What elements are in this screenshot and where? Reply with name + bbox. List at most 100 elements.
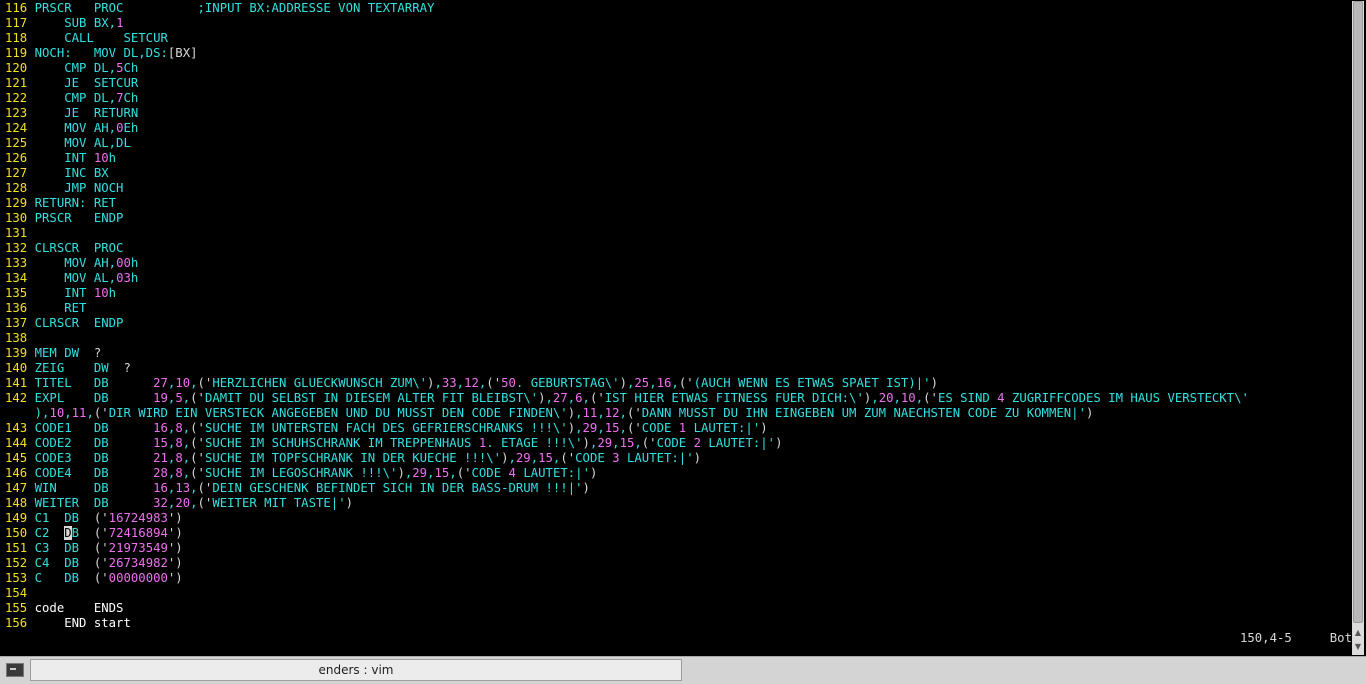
code-line[interactable]: 147 WIN DB 16,13,('DEIN GESCHENK BEFINDE… <box>5 481 590 496</box>
code-line[interactable]: 121 JE SETCUR <box>5 76 138 91</box>
line-number: 122 <box>5 91 35 105</box>
scrollbar-thumb[interactable] <box>1353 1 1363 623</box>
code-line[interactable]: 134 MOV AL,03h <box>5 271 138 286</box>
code-token: (AUCH WENN ES ETWAS SPAET IST)|' <box>693 376 931 390</box>
code-token: CODE2 DB <box>34 436 154 450</box>
code-token: RETURN: RET <box>34 196 117 210</box>
code-line[interactable]: 146 CODE4 DB 28,8,('SUCHE IM LEGOSCHRANK… <box>5 466 597 481</box>
code-line[interactable]: 144 CODE2 DB 15,8,('SUCHE IM SCHUHSCHRAN… <box>5 436 782 451</box>
code-token: 6 <box>575 391 583 405</box>
line-number: 119 <box>5 46 35 60</box>
code-line[interactable]: 122 CMP DL,7Ch <box>5 91 138 106</box>
code-line[interactable]: 140 ZEIG DW ? <box>5 361 131 376</box>
line-number: 140 <box>5 361 35 375</box>
code-line[interactable]: 117 SUB BX,1 <box>5 16 123 31</box>
code-line[interactable]: 137 CLRSCR ENDP <box>5 316 123 331</box>
code-line[interactable]: 143 CODE1 DB 16,8,('SUCHE IM UNTERSTEN F… <box>5 421 768 436</box>
code-token: C1 DB <box>34 511 94 525</box>
code-line[interactable]: 142 EXPL DB 19,5,('DAMIT DU SELBST IN DI… <box>5 391 1249 406</box>
code-token: 16 <box>656 376 672 390</box>
code-token: 20 <box>175 496 191 510</box>
code-line[interactable]: 124 MOV AH,0Eh <box>5 121 138 136</box>
code-token: 5 <box>175 391 183 405</box>
code-token: ) <box>345 496 354 510</box>
code-line[interactable]: 156 END start <box>5 616 131 631</box>
code-token: MOV AL,DL <box>34 136 131 150</box>
line-number: 132 <box>5 241 35 255</box>
code-token: C DB <box>34 571 94 585</box>
code-line[interactable]: 116 PRSCR PROC ;INPUT BX:ADDRESSE VON TE… <box>5 1 434 16</box>
line-number: 126 <box>5 151 35 165</box>
vim-editor-area[interactable]: 116 PRSCR PROC ;INPUT BX:ADDRESSE VON TE… <box>2 1 1352 655</box>
code-token: (' <box>486 376 502 390</box>
code-token: 15 <box>153 436 168 450</box>
code-line[interactable]: 118 CALL SETCUR <box>5 31 168 46</box>
code-line[interactable]: 135 INT 10h <box>5 286 116 301</box>
code-token: 21973549 <box>108 541 168 555</box>
code-line[interactable]: 119 NOCH: MOV DL,DS:[BX] <box>5 46 198 61</box>
code-token: 20 <box>878 391 894 405</box>
code-token: 8 <box>175 466 183 480</box>
code-line[interactable]: 127 INC BX <box>5 166 109 181</box>
code-line[interactable]: 129 RETURN: RET <box>5 196 116 211</box>
code-token: CODE <box>641 421 679 435</box>
code-token: SUCHE IM TOPFSCHRANK IN DER KUECHE !!!\' <box>204 451 502 465</box>
code-line[interactable]: 145 CODE3 DB 21,8,('SUCHE IM TOPFSCHRANK… <box>5 451 701 466</box>
code-line[interactable]: 131 <box>5 226 35 241</box>
code-token: CMP DL, <box>34 91 117 105</box>
code-line[interactable]: 130 PRSCR ENDP <box>5 211 123 226</box>
code-line[interactable]: ),10,11,('DIR WIRD EIN VERSTECK ANGEGEBE… <box>5 406 1094 421</box>
code-line[interactable]: 136 RET <box>5 301 86 316</box>
code-token: 3 <box>612 451 620 465</box>
code-token: 29 <box>412 466 428 480</box>
code-line[interactable]: 155 code ENDS <box>5 601 123 616</box>
terminal-icon[interactable] <box>6 663 24 677</box>
code-token: 4 <box>997 391 1005 405</box>
code-token: (' <box>190 421 205 435</box>
code-token: ) <box>5 406 43 420</box>
code-line[interactable]: 126 INT 10h <box>5 151 116 166</box>
code-token: 72416894 <box>108 526 168 540</box>
code-line[interactable]: 139 MEM DW ? <box>5 346 101 361</box>
line-number: 150 <box>5 526 35 540</box>
code-token: , <box>456 376 465 390</box>
code-token: h <box>108 286 117 300</box>
code-line[interactable]: 128 JMP NOCH <box>5 181 123 196</box>
code-token: . GEBURTSTAG\' <box>515 376 620 390</box>
code-token: [BX] <box>167 46 198 60</box>
code-token: , <box>915 391 924 405</box>
code-token: CODE1 DB <box>34 421 154 435</box>
line-number: 116 <box>5 1 35 15</box>
code-line[interactable]: 151 C3 DB ('21973549') <box>5 541 183 556</box>
code-token: (' <box>190 391 205 405</box>
line-number: 152 <box>5 556 35 570</box>
line-number: 121 <box>5 76 35 90</box>
code-token: 11 <box>582 406 598 420</box>
code-token: 50 <box>501 376 516 390</box>
code-line[interactable]: 141 TITEL DB 27,10,('HERZLICHEN GLUECKWU… <box>5 376 938 391</box>
code-line[interactable]: 148 WEITER DB 32,20,('WEITER MIT TASTE|'… <box>5 496 353 511</box>
code-line[interactable]: 138 <box>5 331 35 346</box>
vertical-scrollbar[interactable]: ▲ ▼ <box>1352 1 1364 655</box>
code-line[interactable]: 132 CLRSCR PROC <box>5 241 123 256</box>
code-line[interactable]: 152 C4 DB ('26734982') <box>5 556 183 571</box>
code-token: 32 <box>153 496 168 510</box>
code-line[interactable]: 133 MOV AH,00h <box>5 256 138 271</box>
code-token: ) <box>582 481 590 495</box>
code-token: , <box>567 391 576 405</box>
code-line[interactable]: 154 <box>5 586 35 601</box>
taskbar-window-button[interactable]: enders : vim <box>30 659 682 681</box>
code-line[interactable]: 149 C1 DB ('16724983') <box>5 511 183 526</box>
code-token: CALL SETCUR <box>34 31 168 45</box>
code-line[interactable]: 150 C2 DB ('72416894') <box>5 526 183 541</box>
code-token: ') <box>167 541 183 555</box>
code-line[interactable]: 153 C DB ('00000000') <box>5 571 183 586</box>
scroll-up-arrow-icon[interactable]: ▲ <box>1352 627 1364 639</box>
code-line[interactable]: 120 CMP DL,5Ch <box>5 61 138 76</box>
code-line[interactable]: 125 MOV AL,DL <box>5 136 131 151</box>
code-line[interactable]: 123 JE RETURN <box>5 106 138 121</box>
code-token: (' <box>93 541 109 555</box>
scroll-down-arrow-icon[interactable]: ▼ <box>1352 641 1364 653</box>
code-token: , <box>612 436 620 450</box>
code-token: , <box>871 391 879 405</box>
